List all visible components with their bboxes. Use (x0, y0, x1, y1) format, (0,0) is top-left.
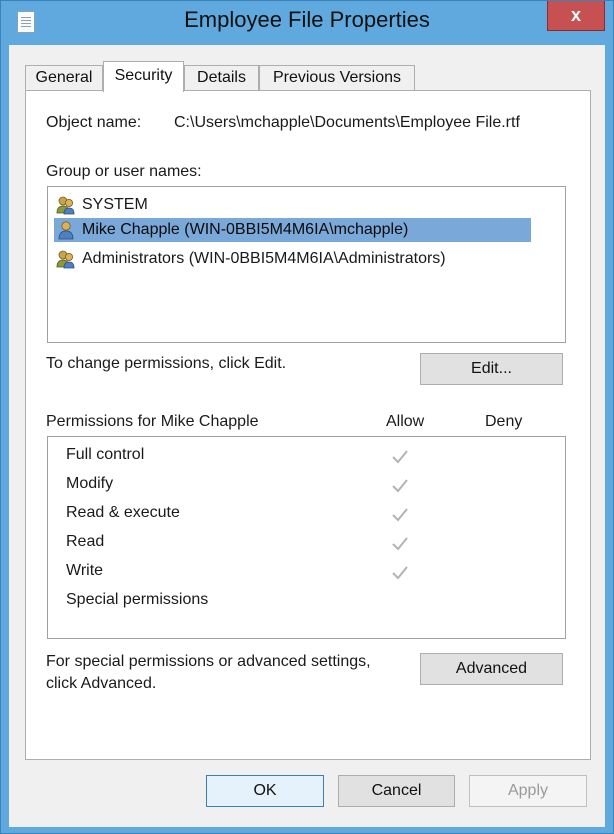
tab-security[interactable]: Security (103, 61, 184, 92)
close-button[interactable]: x (547, 1, 605, 31)
permission-row-full-control: Full control (66, 446, 145, 463)
tab-general[interactable]: General (25, 65, 103, 91)
change-permissions-text: To change permissions, click Edit. (46, 355, 287, 372)
edit-button[interactable]: Edit... (420, 353, 563, 385)
deny-column-header: Deny (485, 413, 523, 430)
apply-button[interactable]: Apply (469, 775, 587, 807)
allow-check-icon (392, 508, 408, 522)
group-user-list[interactable]: SYSTEM Mike Chapple (WIN-0BBI5M4M6IA\mch… (47, 186, 566, 343)
object-name-value: C:\Users\mchapple\Documents\Employee Fil… (174, 114, 520, 131)
user-icon (58, 221, 74, 240)
tab-details[interactable]: Details (184, 65, 259, 91)
title-bar[interactable]: Employee File Properties x (1, 1, 613, 45)
permission-row-modify: Modify (66, 475, 114, 492)
permission-row-write: Write (66, 562, 104, 579)
properties-window: Employee File Properties x General Secur… (0, 0, 614, 834)
permissions-header: Permissions for Mike Chapple (46, 413, 259, 430)
allow-check-icon (392, 566, 408, 580)
list-item-mike-chapple[interactable]: Mike Chapple (WIN-0BBI5M4M6IA\mchapple) (54, 218, 531, 242)
advanced-hint-line1: For special permissions or advanced sett… (46, 653, 371, 670)
allow-check-icon (392, 479, 408, 493)
list-item-label: SYSTEM (82, 196, 148, 213)
permission-row-read-execute: Read & execute (66, 504, 180, 521)
allow-check-icon (392, 450, 408, 464)
permission-row-read: Read (66, 533, 105, 550)
cancel-button[interactable]: Cancel (338, 775, 455, 807)
advanced-hint-line2: click Advanced. (46, 675, 157, 692)
object-name-label: Object name: (46, 114, 142, 131)
security-panel: Object name: C:\Users\mchapple\Documents… (25, 90, 591, 760)
group-names-label: Group or user names: (46, 163, 202, 180)
permissions-list: Full control Modify Read & execute Read … (47, 436, 566, 639)
dialog-body: General Security Details Previous Versio… (9, 45, 605, 827)
advanced-button[interactable]: Advanced (420, 653, 563, 685)
list-item-label: Mike Chapple (WIN-0BBI5M4M6IA\mchapple) (82, 221, 409, 238)
permission-row-special: Special permissions (66, 591, 209, 608)
allow-column-header: Allow (386, 413, 425, 430)
window-title: Employee File Properties (184, 7, 430, 32)
allow-check-icon (392, 537, 408, 551)
group-users-icon (56, 196, 75, 215)
list-item-label: Administrators (WIN-0BBI5M4M6IA\Administ… (82, 250, 446, 267)
ok-button[interactable]: OK (206, 775, 324, 807)
tab-previous-versions[interactable]: Previous Versions (259, 65, 415, 91)
group-users-icon (56, 250, 75, 269)
